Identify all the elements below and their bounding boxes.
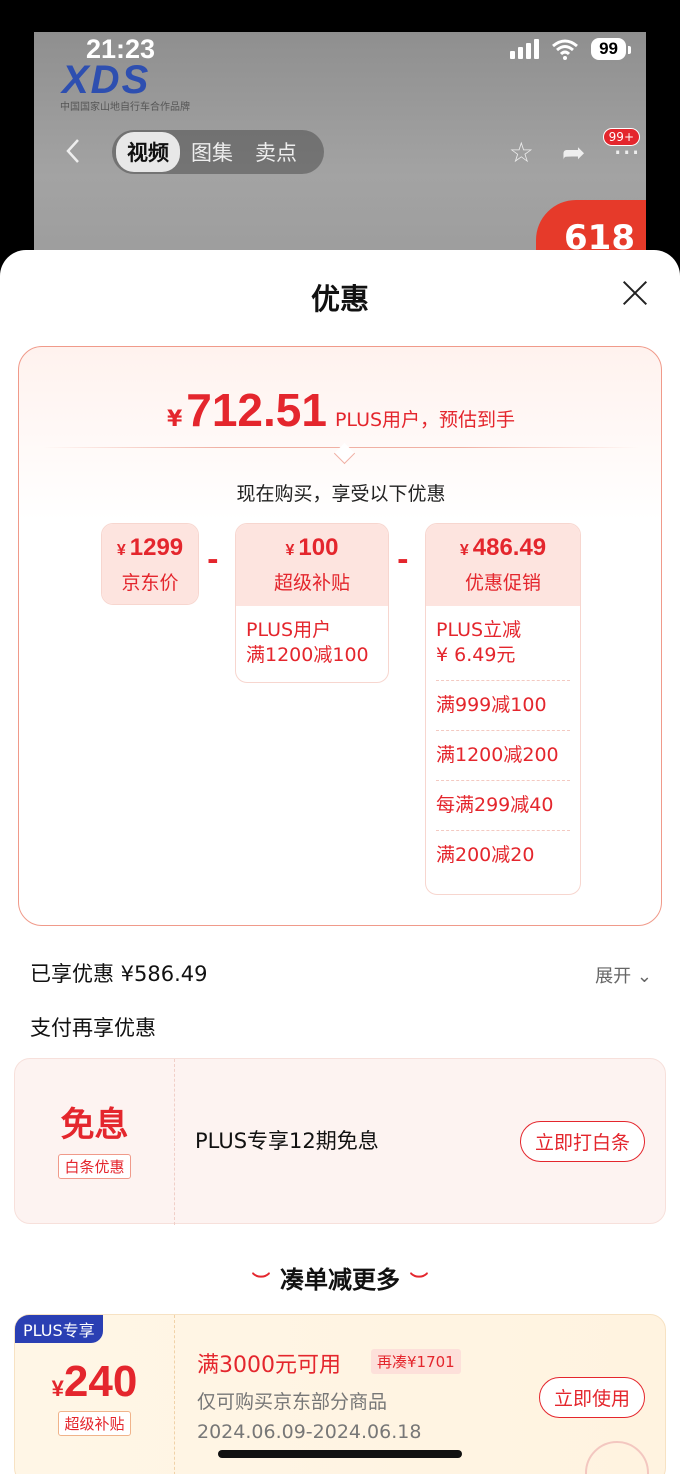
status-time: 21:23 xyxy=(86,34,156,64)
promotion-label: 优惠促销 xyxy=(464,572,541,594)
interest-free-title: 免息 xyxy=(60,1105,129,1145)
promotion-rule: 满1200减200 xyxy=(436,730,570,780)
promotion-rule: 满999减100 xyxy=(436,680,570,730)
promotion-rule: 满200减20 xyxy=(436,830,570,880)
promotion-rule: PLUS立减 ¥ 6.49元 xyxy=(436,619,522,666)
final-price: ¥ 712.51 PLUS用户，预估到手 xyxy=(19,383,663,437)
subsidy-details: PLUS用户 满1200减100 xyxy=(236,606,388,680)
signal-icon xyxy=(510,39,540,59)
baitiao-pay-button[interactable]: 立即打白条 xyxy=(519,1121,645,1162)
coupon-need-more: 再凑¥1701 xyxy=(371,1349,461,1374)
received-stamp-icon xyxy=(585,1441,649,1474)
savings-text: 已享优惠 ¥586.49 xyxy=(30,962,208,986)
decor-right-icon: ︶ xyxy=(410,1272,428,1293)
subsidy-label: 超级补贴 xyxy=(273,572,350,594)
jd-price-box: ¥1299 京东价 xyxy=(101,523,199,605)
media-tabs: 视频 图集 卖点 xyxy=(112,130,324,174)
coupon-scope: 仅可购买京东部分商品 xyxy=(197,1391,388,1413)
subsidy-amount: ¥100 xyxy=(285,534,339,561)
close-icon[interactable] xyxy=(622,280,648,306)
share-icon[interactable]: ➦ xyxy=(562,136,585,169)
jd-price-label: 京东价 xyxy=(121,572,179,594)
final-price-note: PLUS用户，预估到手 xyxy=(334,409,516,431)
battery-icon: 99 xyxy=(591,38,631,60)
promotion-details: PLUS立减 ¥ 6.49元 满999减100 满1200减200 每满299减… xyxy=(426,606,580,880)
buy-now-text: 现在购买，享受以下优惠 xyxy=(236,483,446,505)
coupon-date: 2024.06.09-2024.06.18 xyxy=(197,1421,422,1443)
promotion-head: ¥486.49 优惠促销 xyxy=(426,524,580,606)
promotion-box: ¥486.49 优惠促销 PLUS立减 ¥ 6.49元 满999减100 满12… xyxy=(425,523,581,895)
back-arrow-icon[interactable] xyxy=(60,136,88,166)
interest-free-card: 免息 白条优惠 PLUS专享12期免息 立即打白条 xyxy=(14,1058,666,1225)
subsidy-head: ¥100 超级补贴 xyxy=(236,524,388,606)
expand-link[interactable]: 展开 ⌄ xyxy=(595,962,652,988)
interest-free-text: PLUS专享12期免息 xyxy=(195,1129,379,1153)
use-coupon-button[interactable]: 立即使用 xyxy=(538,1377,645,1418)
plus-exclusive-tag: PLUS专享 xyxy=(15,1315,103,1343)
decor-left-icon: ︶ xyxy=(252,1272,270,1293)
currency-symbol: ¥ xyxy=(166,407,183,432)
coupon-amount: ¥240 xyxy=(51,1357,138,1406)
tab-gallery[interactable]: 图集 xyxy=(180,132,244,172)
pay-more-title: 支付再享优惠 xyxy=(30,1016,156,1040)
coupon-condition: 满3000元可用 xyxy=(197,1353,341,1378)
price-breakdown-card: ¥ 712.51 PLUS用户，预估到手 现在购买，享受以下优惠 ¥1299 京… xyxy=(18,346,662,926)
minus-sign: - xyxy=(207,543,219,576)
status-icons: 99 xyxy=(510,38,631,60)
interest-free-tag: 白条优惠 xyxy=(58,1154,131,1179)
discount-sheet: 优惠 ¥ 712.51 PLUS用户，预估到手 现在购买，享受以下优惠 ¥129… xyxy=(0,250,680,1474)
sheet-title: 优惠 xyxy=(310,282,369,316)
more-discount-title: ︶ 凑单减更多 ︶ xyxy=(252,1266,428,1294)
jd-price-head: ¥1299 京东价 xyxy=(102,524,198,604)
final-price-amount: 712.51 xyxy=(186,384,327,436)
subsidy-rule: PLUS用户 满1200减100 xyxy=(246,619,369,666)
minus-sign: - xyxy=(397,543,409,576)
subsidy-box: ¥100 超级补贴 PLUS用户 满1200减100 xyxy=(235,523,389,683)
message-badge: 99+ xyxy=(602,128,640,146)
chevron-down-icon: ⌄ xyxy=(636,966,652,987)
star-icon[interactable]: ☆ xyxy=(509,136,534,169)
coupon-tag: 超级补贴 xyxy=(58,1411,131,1436)
home-indicator[interactable] xyxy=(218,1450,462,1458)
divider xyxy=(43,447,639,448)
tab-video[interactable]: 视频 xyxy=(116,132,180,172)
jd-price-amount: ¥1299 xyxy=(116,534,184,561)
promotion-amount: ¥486.49 xyxy=(459,534,547,561)
promotion-rule: 每满299减40 xyxy=(436,780,570,830)
interest-free-left: 免息 白条优惠 xyxy=(15,1059,175,1225)
product-page-background: XDS 中国国家山地自行车合作品牌 21:23 99 视频 图集 卖点 ☆ ➦ … xyxy=(0,0,680,272)
wifi-icon xyxy=(552,39,579,60)
tab-selling-points[interactable]: 卖点 xyxy=(244,132,308,172)
brand-subtitle: 中国国家山地自行车合作品牌 xyxy=(60,102,190,113)
